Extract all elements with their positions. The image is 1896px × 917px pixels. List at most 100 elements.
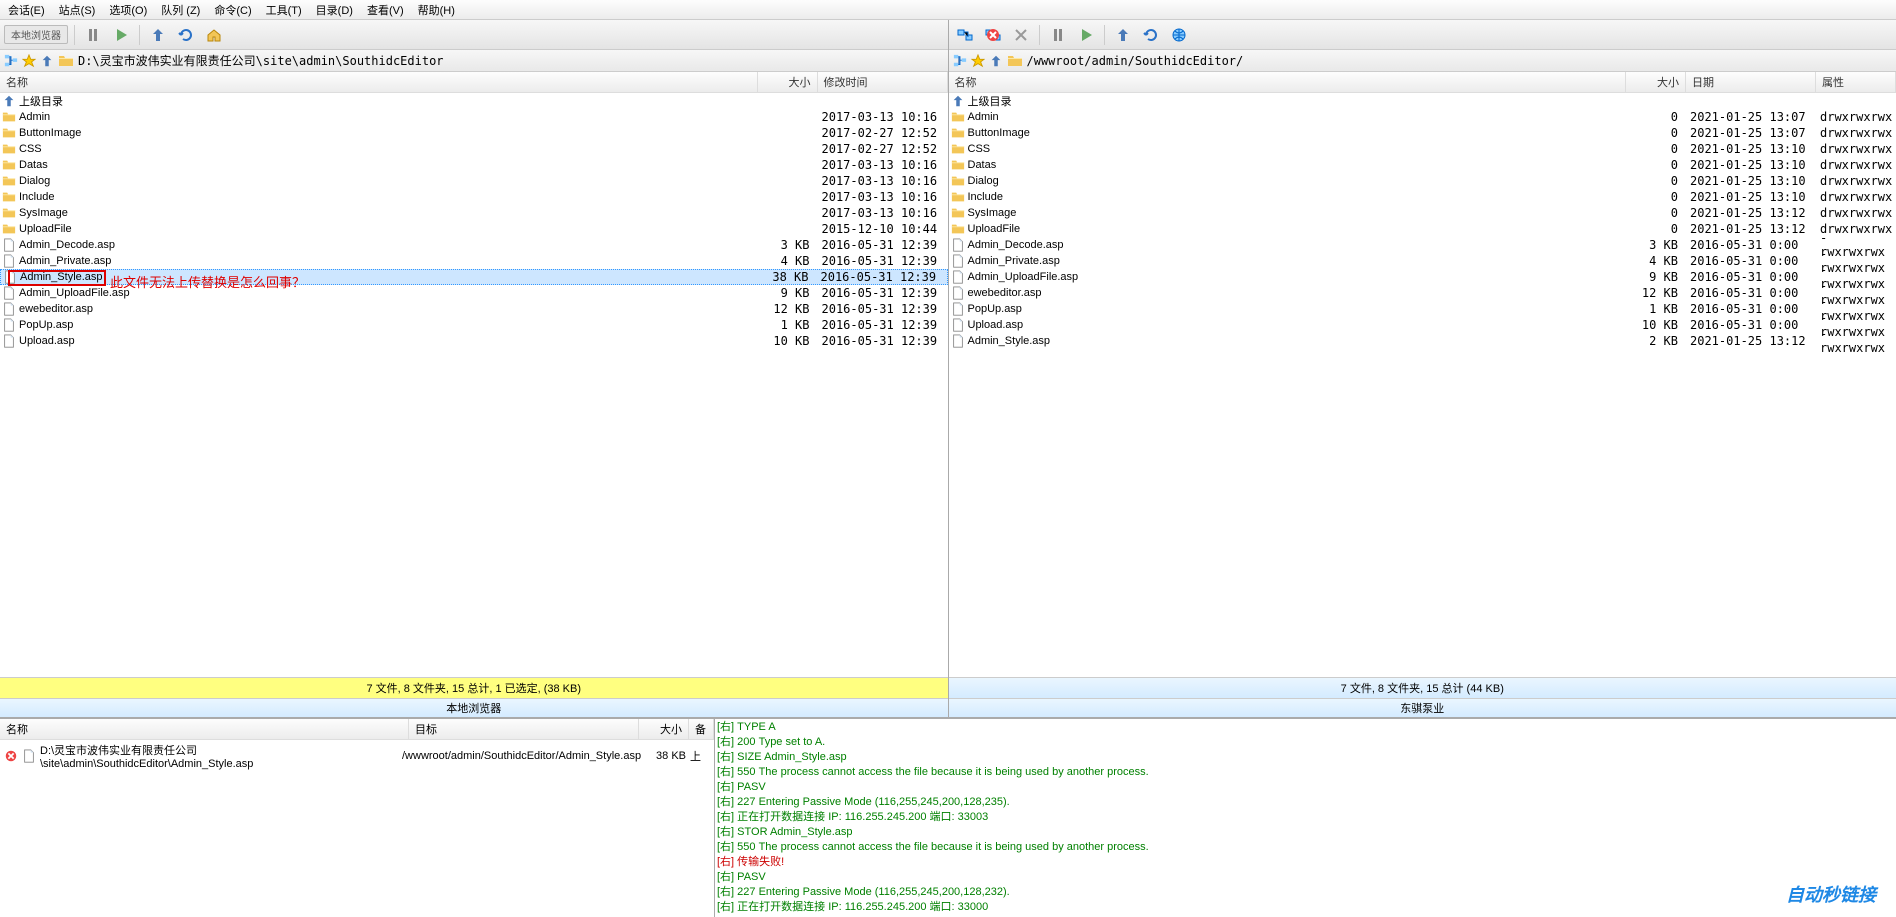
- file-row[interactable]: UploadFile2015-12-10 10:44: [0, 221, 948, 237]
- star-icon[interactable]: [971, 54, 985, 68]
- local-status: 7 文件, 8 文件夹, 15 总计, 1 已选定, (38 KB): [0, 677, 948, 698]
- play-icon[interactable]: [1074, 23, 1098, 47]
- file-row[interactable]: UploadFile02021-01-25 13:12drwxrwxrwx: [949, 221, 1896, 237]
- file-row[interactable]: Dialog02021-01-25 13:10drwxrwxrwx: [949, 173, 1896, 189]
- file-icon: [22, 749, 36, 763]
- transfer-icon[interactable]: [146, 23, 170, 47]
- file-row[interactable]: SysImage02021-01-25 13:12drwxrwxrwx: [949, 205, 1896, 221]
- local-header: 名称 大小 修改时间: [0, 72, 948, 93]
- remote-header: 名称 大小 日期 属性: [949, 72, 1896, 93]
- folder-icon: [58, 53, 74, 69]
- menu-item[interactable]: 选项(O): [109, 2, 147, 18]
- abort-icon[interactable]: [1009, 23, 1033, 47]
- remote-pane: 名称 大小 日期 属性 上级目录 Admin02021-01-25 13:07d…: [949, 20, 1896, 717]
- q-col-target[interactable]: 目标: [409, 719, 639, 739]
- file-row[interactable]: ewebeditor.asp12 KB2016-05-31 12:39: [0, 301, 948, 317]
- up-arrow-icon[interactable]: [40, 54, 54, 68]
- file-row[interactable]: Admin02021-01-25 13:07drwxrwxrwx: [949, 109, 1896, 125]
- q-col-remark[interactable]: 备: [689, 719, 714, 739]
- menu-item[interactable]: 查看(V): [367, 2, 404, 18]
- col-size[interactable]: 大小: [1626, 72, 1686, 92]
- log-line: [右] STOR Admin_Style.asp: [717, 825, 1894, 840]
- file-icon: [2, 318, 16, 332]
- play-icon[interactable]: [109, 23, 133, 47]
- pause-icon[interactable]: [81, 23, 105, 47]
- col-attr[interactable]: 属性: [1816, 72, 1896, 92]
- folder-icon: [951, 206, 965, 220]
- folder-icon: [951, 190, 965, 204]
- menu-item[interactable]: 会话(E): [8, 2, 45, 18]
- menu-item[interactable]: 队列 (Z): [161, 2, 200, 18]
- local-filelist[interactable]: 名称 大小 修改时间 上级目录 Admin2017-03-13 10:16But…: [0, 72, 948, 677]
- file-row[interactable]: Include02021-01-25 13:10drwxrwxrwx: [949, 189, 1896, 205]
- file-row[interactable]: Admin_UploadFile.asp9 KB2016-05-31 0:00-…: [949, 269, 1896, 285]
- log-pane[interactable]: [右] REST STREAM[右] 211 END[右] PWD[右] 257…: [715, 719, 1896, 917]
- menu-item[interactable]: 目录(D): [316, 2, 353, 18]
- remote-path-input[interactable]: [1027, 54, 1893, 68]
- menu-item[interactable]: 帮助(H): [418, 2, 455, 18]
- local-pathbar: [0, 50, 948, 72]
- file-row[interactable]: ButtonImage2017-02-27 12:52: [0, 125, 948, 141]
- menu-item[interactable]: 命令(C): [214, 2, 251, 18]
- log-line: [右] 正在打开数据连接 IP: 116.255.245.200 端口: 330…: [717, 810, 1894, 825]
- menu-item[interactable]: 站点(S): [59, 2, 96, 18]
- folder-icon: [951, 142, 965, 156]
- file-row[interactable]: Admin_Style.asp2 KB2021-01-25 13:12-rwxr…: [949, 333, 1896, 349]
- up-arrow-icon[interactable]: [989, 54, 1003, 68]
- queue-row[interactable]: D:\灵宝市波伟实业有限责任公司\site\admin\SouthidcEdit…: [0, 740, 714, 772]
- file-row[interactable]: PopUp.asp1 KB2016-05-31 0:00-rwxrwxrwx: [949, 301, 1896, 317]
- file-row[interactable]: Admin_Private.asp4 KB2016-05-31 0:00-rwx…: [949, 253, 1896, 269]
- file-row[interactable]: Upload.asp10 KB2016-05-31 12:39: [0, 333, 948, 349]
- remote-status: 7 文件, 8 文件夹, 15 总计 (44 KB): [949, 677, 1896, 698]
- file-row[interactable]: PopUp.asp1 KB2016-05-31 12:39: [0, 317, 948, 333]
- home-icon[interactable]: [202, 23, 226, 47]
- col-date[interactable]: 修改时间: [818, 72, 948, 92]
- star-icon[interactable]: [22, 54, 36, 68]
- col-name[interactable]: 名称: [949, 72, 1627, 92]
- annotation-box: [8, 270, 106, 286]
- col-date[interactable]: 日期: [1686, 72, 1816, 92]
- file-row[interactable]: Datas02021-01-25 13:10drwxrwxrwx: [949, 157, 1896, 173]
- refresh-icon[interactable]: [1139, 23, 1163, 47]
- transfer-icon[interactable]: [1111, 23, 1135, 47]
- file-row[interactable]: ButtonImage02021-01-25 13:07drwxrwxrwx: [949, 125, 1896, 141]
- file-icon: [2, 286, 16, 300]
- pause-icon[interactable]: [1046, 23, 1070, 47]
- tree-icon[interactable]: [953, 54, 967, 68]
- file-row[interactable]: CSS2017-02-27 12:52: [0, 141, 948, 157]
- menu-item[interactable]: 工具(T): [266, 2, 302, 18]
- refresh-icon[interactable]: [174, 23, 198, 47]
- queue-src: D:\灵宝市波伟实业有限责任公司\site\admin\SouthidcEdit…: [40, 742, 398, 770]
- file-icon: [951, 334, 965, 348]
- queue-pane: 名称 目标 大小 备 D:\灵宝市波伟实业有限责任公司\site\admin\S…: [0, 719, 715, 917]
- file-row[interactable]: CSS02021-01-25 13:10drwxrwxrwx: [949, 141, 1896, 157]
- connect-icon[interactable]: [953, 23, 977, 47]
- log-line: [右] TYPE A: [717, 720, 1894, 735]
- updir-row[interactable]: 上级目录: [949, 93, 1896, 109]
- globe-icon[interactable]: [1167, 23, 1191, 47]
- local-path-input[interactable]: [78, 54, 944, 68]
- col-size[interactable]: 大小: [758, 72, 818, 92]
- disconnect-icon[interactable]: [981, 23, 1005, 47]
- file-row[interactable]: Datas2017-03-13 10:16: [0, 157, 948, 173]
- file-row[interactable]: Dialog2017-03-13 10:16: [0, 173, 948, 189]
- file-row[interactable]: ewebeditor.asp12 KB2016-05-31 0:00-rwxrw…: [949, 285, 1896, 301]
- q-col-size[interactable]: 大小: [639, 719, 689, 739]
- file-row[interactable]: Upload.asp10 KB2016-05-31 0:00-rwxrwxrwx: [949, 317, 1896, 333]
- local-pane: 本地浏览器 名称 大小 修改时间 上级目录 Admin2017-03-13 10…: [0, 20, 949, 717]
- file-row[interactable]: Include2017-03-13 10:16: [0, 189, 948, 205]
- updir-row[interactable]: 上级目录: [0, 93, 948, 109]
- file-row[interactable]: Admin_Decode.asp3 KB2016-05-31 0:00-rwxr…: [949, 237, 1896, 253]
- file-row[interactable]: SysImage2017-03-13 10:16: [0, 205, 948, 221]
- remote-filelist[interactable]: 名称 大小 日期 属性 上级目录 Admin02021-01-25 13:07d…: [949, 72, 1896, 677]
- file-icon: [951, 318, 965, 332]
- file-row[interactable]: Admin_Decode.asp3 KB2016-05-31 12:39: [0, 237, 948, 253]
- remote-pathbar: [949, 50, 1896, 72]
- file-row[interactable]: Admin2017-03-13 10:16: [0, 109, 948, 125]
- file-row[interactable]: Admin_Private.asp4 KB2016-05-31 12:39: [0, 253, 948, 269]
- tree-icon[interactable]: [4, 54, 18, 68]
- q-col-name[interactable]: 名称: [0, 719, 409, 739]
- remote-toolbar: [949, 20, 1896, 50]
- folder-icon: [2, 158, 16, 172]
- col-name[interactable]: 名称: [0, 72, 758, 92]
